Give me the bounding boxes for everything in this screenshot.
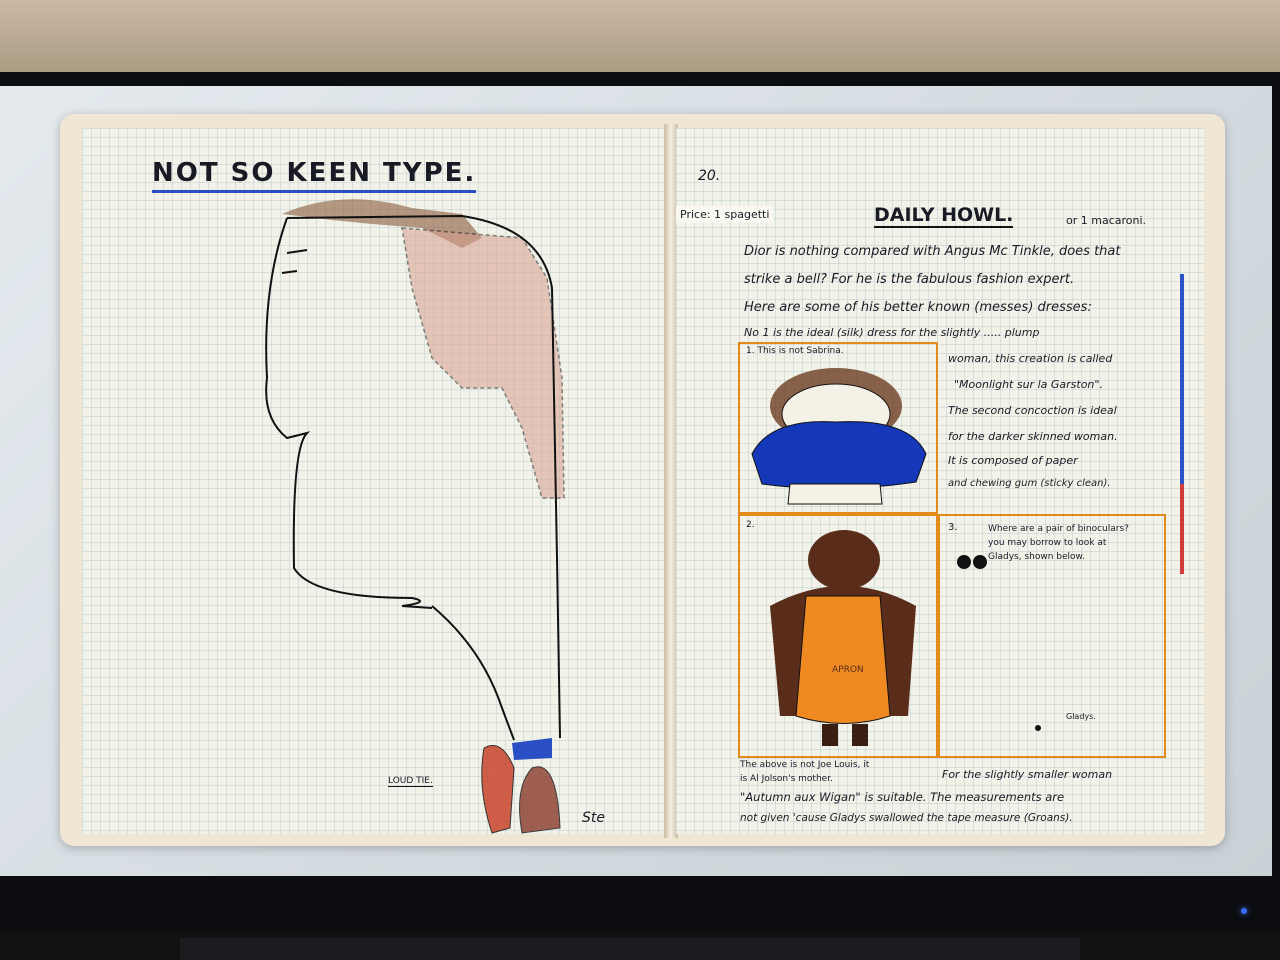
eye xyxy=(281,270,298,274)
tie-left-blade xyxy=(481,745,515,834)
masthead-title: DAILY HOWL. xyxy=(874,204,1014,228)
footer-line-2: not given 'cause Gladys swallowed the ta… xyxy=(740,812,1073,824)
signature: Ste xyxy=(582,810,605,826)
gorilla-woman-drawing: APRON xyxy=(770,530,916,746)
panel-3: 3. Where are a pair of binoculars? you m… xyxy=(938,514,1166,758)
panel-1-text-6: and chewing gum (sticky clean). xyxy=(948,478,1111,489)
panel-2-caption-2: is Al Jolson's mother. xyxy=(740,774,833,784)
page-edge-colored-tab xyxy=(1180,274,1184,574)
intro-line-1: Dior is nothing compared with Angus Mc T… xyxy=(744,244,1121,259)
panel-2-caption-1: The above is not Joe Louis, it xyxy=(740,760,870,770)
gladys-figure xyxy=(1035,725,1041,731)
price-label: Price: 1 spagetti xyxy=(676,206,774,223)
power-led xyxy=(1241,908,1247,914)
face-profile-outline xyxy=(265,217,433,609)
left-page-drawing xyxy=(265,199,565,834)
panel-3-caption: For the slightly smaller woman xyxy=(942,768,1113,781)
binoculars-drawing xyxy=(957,555,1041,731)
open-notebook: NOT SO KEEN TYPE. LOUD TIE. Ste 20. Pric… xyxy=(60,114,1225,846)
panel-1-text-5: It is composed of paper xyxy=(948,454,1078,467)
apron-text: APRON xyxy=(832,665,864,675)
panel-2: 2. APRON xyxy=(738,514,938,758)
right-leg xyxy=(852,724,868,746)
right-page: 20. Price: 1 spagetti DAILY HOWL. or 1 m… xyxy=(676,128,1204,834)
intro-line-2: strike a bell? For he is the fabulous fa… xyxy=(744,272,1075,287)
tie-label: LOUD TIE. xyxy=(388,776,433,787)
woman-blue-dress xyxy=(751,421,927,490)
binocular-right-lens xyxy=(973,555,987,569)
wall-background xyxy=(0,0,1280,80)
footer-line-1: "Autumn aux Wigan" is suitable. The meas… xyxy=(740,790,1065,804)
masthead-aside: or 1 macaroni. xyxy=(1066,214,1147,227)
page-number: 20. xyxy=(698,168,721,184)
left-page-title: NOT SO KEEN TYPE. xyxy=(152,158,477,193)
intro-line-3: Here are some of his better known (messe… xyxy=(744,300,1092,315)
monitor-screen: NOT SO KEEN TYPE. LOUD TIE. Ste 20. Pric… xyxy=(0,86,1272,876)
panel-1-text-1: woman, this creation is called xyxy=(948,352,1113,365)
eyebrow xyxy=(286,249,308,254)
tie-right-blade xyxy=(519,766,561,834)
hair-shading xyxy=(401,227,565,499)
panel-1-text-4: for the darker skinned woman. xyxy=(948,430,1118,443)
gladys-label: Gladys. xyxy=(1066,712,1096,721)
plump-woman-drawing xyxy=(751,368,927,505)
monitor-stand xyxy=(180,938,1080,960)
woman-skirt xyxy=(787,483,883,505)
left-leg xyxy=(822,724,838,746)
gorilla-head xyxy=(808,530,880,590)
panel-1-text-2: "Moonlight sur la Garston". xyxy=(954,378,1103,391)
neck-outline xyxy=(431,605,515,741)
panel-1-text-3: The second concoction is ideal xyxy=(948,404,1117,417)
no1-line: No 1 is the ideal (silk) dress for the s… xyxy=(744,326,1040,339)
binocular-left-lens xyxy=(957,555,971,569)
panel-1: 1. This is not Sabrina. xyxy=(738,342,938,514)
tie-knot xyxy=(512,738,552,760)
left-page: NOT SO KEEN TYPE. LOUD TIE. Ste xyxy=(82,128,670,834)
apron xyxy=(795,595,891,724)
